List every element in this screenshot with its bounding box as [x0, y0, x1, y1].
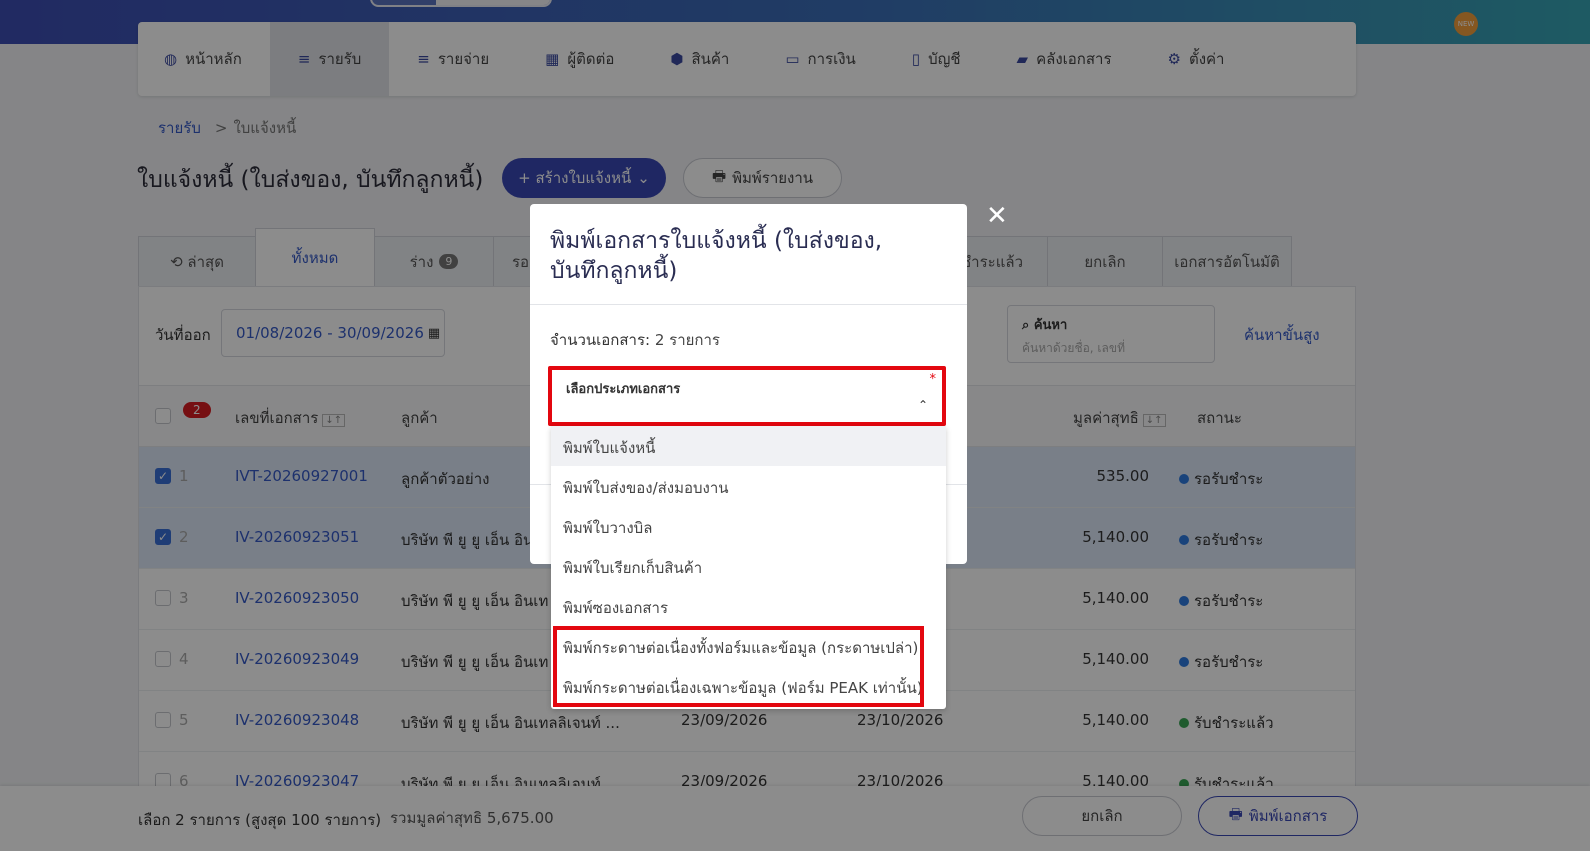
document-count: จำนวนเอกสาร: 2 รายการ — [550, 328, 720, 352]
required-indicator: * — [929, 372, 937, 387]
option-print-delivery-note[interactable]: พิมพ์ใบส่งของ/ส่งมอบงาน — [551, 466, 946, 506]
option-print-invoice[interactable]: พิมพ์ใบแจ้งหนี้ — [551, 426, 946, 466]
chevron-up-icon: ⌃ — [917, 398, 928, 412]
close-icon[interactable]: ✕ — [986, 203, 1008, 229]
highlight-box — [553, 626, 924, 707]
option-print-envelope[interactable]: พิมพ์ซองเอกสาร — [551, 586, 946, 626]
document-type-select[interactable]: เลือกประเภทเอกสาร * ⌃ — [548, 366, 946, 426]
document-count-value: 2 รายการ — [654, 331, 720, 349]
option-print-collection-note[interactable]: พิมพ์ใบเรียกเก็บสินค้า — [551, 546, 946, 586]
document-count-label: จำนวนเอกสาร: — [550, 331, 651, 349]
dialog-title: พิมพ์เอกสารใบแจ้งหนี้ (ใบส่งของ, บันทึกล… — [550, 228, 883, 284]
divider — [530, 304, 967, 305]
document-type-label: เลือกประเภทเอกสาร — [566, 382, 681, 397]
option-print-billing-note[interactable]: พิมพ์ใบวางบิล — [551, 506, 946, 546]
